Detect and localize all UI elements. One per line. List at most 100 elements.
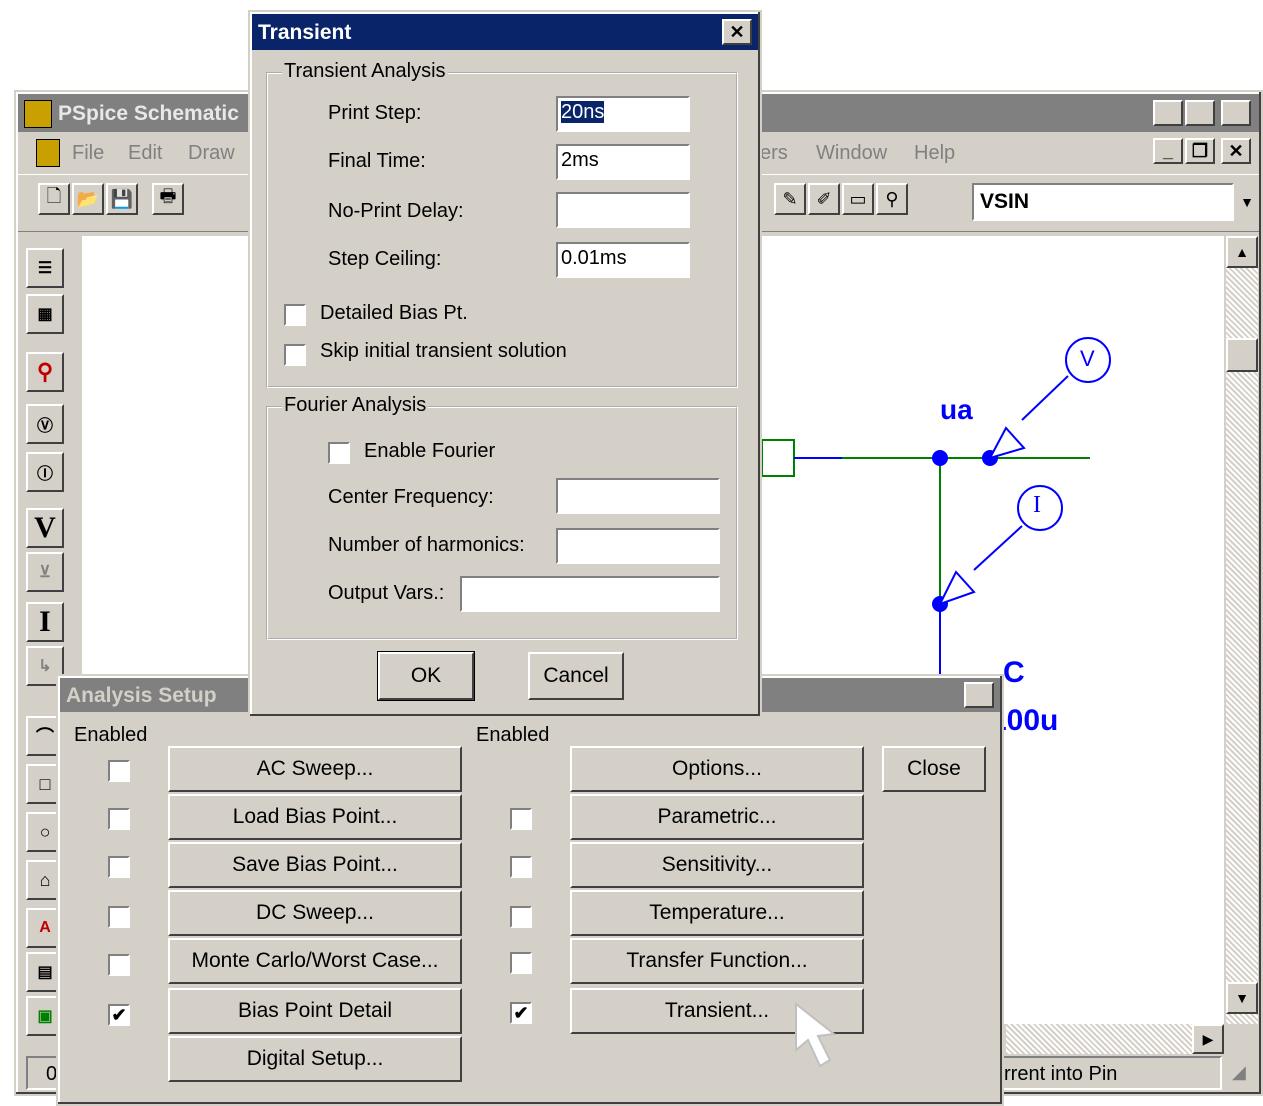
- final-time-input[interactable]: 2ms: [556, 144, 690, 180]
- maximize-button[interactable]: □: [1185, 100, 1215, 126]
- analysis-close-icon[interactable]: ✕: [964, 682, 994, 708]
- no-print-delay-input[interactable]: [556, 192, 690, 228]
- part-name-value: VSIN: [980, 190, 1030, 213]
- temperature-button[interactable]: Temperature...: [570, 890, 864, 936]
- mouse-cursor-icon: [795, 1001, 837, 1068]
- transient-analysis-legend: Transient Analysis: [282, 60, 448, 83]
- part-name-combo[interactable]: VSIN: [972, 183, 1234, 221]
- transient-dialog: Transient ✕ Transient Analysis Print Ste…: [248, 10, 762, 718]
- current-marker-stem: [973, 525, 1023, 571]
- color-probe-icon[interactable]: ⚲: [26, 352, 64, 392]
- save-icon[interactable]: 💾: [106, 183, 138, 215]
- parametric-checkbox[interactable]: [510, 808, 532, 830]
- load-bias-checkbox[interactable]: [108, 808, 130, 830]
- sensitivity-button[interactable]: Sensitivity...: [570, 842, 864, 888]
- print-icon[interactable]: 🖶: [152, 183, 184, 215]
- enabled-header-left: Enabled: [74, 724, 148, 746]
- digital-setup-button[interactable]: Digital Setup...: [168, 1036, 462, 1082]
- resistor-body: [761, 439, 795, 477]
- draw-bus-icon[interactable]: ✐: [808, 183, 840, 215]
- scroll-right-button[interactable]: ▶: [1192, 1024, 1224, 1054]
- vertical-scrollbar[interactable]: ▲ ▼: [1226, 236, 1258, 1024]
- draw-block-icon[interactable]: ▭: [842, 183, 874, 215]
- current-marker-tool-icon[interactable]: I: [26, 602, 64, 642]
- resize-grip-icon[interactable]: ◢: [1232, 1062, 1258, 1088]
- probe-icon[interactable]: ▦: [26, 294, 64, 334]
- voltage-marker-arrow: [987, 426, 1026, 460]
- bias-point-detail-checkbox[interactable]: ✔: [108, 1004, 130, 1026]
- dc-sweep-button[interactable]: DC Sweep...: [168, 890, 462, 936]
- enabled-header-right: Enabled: [476, 724, 550, 746]
- child-restore-button[interactable]: ❐: [1185, 138, 1215, 164]
- bias-point-detail-button[interactable]: Bias Point Detail: [168, 988, 462, 1034]
- step-ceiling-input[interactable]: 0.01ms: [556, 242, 690, 278]
- harmonics-input[interactable]: [556, 528, 720, 564]
- scroll-down-button[interactable]: ▼: [1226, 982, 1258, 1014]
- voltage-diff-marker-icon[interactable]: ⊻: [26, 552, 64, 592]
- horizontal-scrollbar[interactable]: ▶: [1006, 1024, 1224, 1054]
- current-marker-letter: I: [1033, 492, 1041, 518]
- dc-sweep-checkbox[interactable]: [108, 906, 130, 928]
- child-close-button[interactable]: ✕: [1221, 138, 1251, 164]
- monte-carlo-checkbox[interactable]: [108, 954, 130, 976]
- transient-title-bar: Transient ✕: [252, 14, 758, 50]
- draw-wire-icon[interactable]: ✎: [774, 183, 806, 215]
- load-bias-button[interactable]: Load Bias Point...: [168, 794, 462, 840]
- transfer-function-checkbox[interactable]: [510, 952, 532, 974]
- ac-sweep-checkbox[interactable]: [108, 760, 130, 782]
- final-time-label: Final Time:: [328, 150, 426, 172]
- parametric-button[interactable]: Parametric...: [570, 794, 864, 840]
- new-file-icon[interactable]: 🗋: [38, 183, 70, 215]
- current-probe-icon[interactable]: Ⓘ: [26, 452, 64, 492]
- fourier-analysis-legend: Fourier Analysis: [282, 394, 429, 417]
- output-vars-label: Output Vars.:: [328, 582, 445, 604]
- ok-button[interactable]: OK: [377, 651, 475, 701]
- menu-markers[interactable]: ers: [760, 142, 788, 165]
- analysis-dialog-title: Analysis Setup: [66, 684, 217, 707]
- transient-dialog-title: Transient: [258, 21, 352, 44]
- analysis-close-button[interactable]: Close: [882, 746, 986, 792]
- save-bias-button[interactable]: Save Bias Point...: [168, 842, 462, 888]
- sensitivity-checkbox[interactable]: [510, 856, 532, 878]
- voltage-probe-icon[interactable]: Ⓥ: [26, 404, 64, 444]
- analysis-setup-dialog: Analysis Setup ✕ Enabled Enabled AC Swee…: [56, 674, 1004, 1106]
- app-icon: [24, 100, 52, 128]
- menu-edit[interactable]: Edit: [128, 142, 162, 165]
- temperature-checkbox[interactable]: [510, 906, 532, 928]
- enable-fourier-checkbox[interactable]: [328, 442, 350, 464]
- center-frequency-label: Center Frequency:: [328, 486, 494, 508]
- part-combo-dropdown-icon[interactable]: ▼: [1236, 183, 1258, 221]
- output-vars-input[interactable]: [460, 576, 720, 612]
- save-bias-checkbox[interactable]: [108, 856, 130, 878]
- print-step-input[interactable]: 20ns: [556, 96, 690, 132]
- harmonics-label: Number of harmonics:: [328, 534, 525, 556]
- voltage-marker-tool-icon[interactable]: V: [26, 508, 64, 548]
- ac-sweep-button[interactable]: AC Sweep...: [168, 746, 462, 792]
- schematic-drawing: [761, 337, 1111, 675]
- open-folder-icon[interactable]: 📂: [72, 183, 104, 215]
- cancel-button[interactable]: Cancel: [528, 652, 624, 700]
- scroll-up-button[interactable]: ▲: [1226, 236, 1258, 268]
- voltage-marker-stem: [1021, 375, 1069, 421]
- center-frequency-input[interactable]: [556, 478, 720, 514]
- minimize-button[interactable]: _: [1153, 100, 1183, 126]
- options-button[interactable]: Options...: [570, 746, 864, 792]
- close-button[interactable]: ✕: [1221, 100, 1251, 126]
- transient-checkbox[interactable]: ✔: [510, 1002, 532, 1024]
- detailed-bias-checkbox[interactable]: [284, 304, 306, 326]
- menu-file[interactable]: File: [72, 142, 104, 165]
- get-part-icon[interactable]: ⚲: [876, 183, 908, 215]
- skip-initial-checkbox[interactable]: [284, 344, 306, 366]
- menu-window[interactable]: Window: [816, 142, 887, 165]
- monte-carlo-button[interactable]: Monte Carlo/Worst Case...: [168, 938, 462, 984]
- junction-dot-1: [932, 450, 948, 466]
- setup-icon[interactable]: ☰: [26, 248, 64, 288]
- no-print-delay-label: No-Print Delay:: [328, 200, 464, 222]
- transient-close-icon[interactable]: ✕: [722, 19, 752, 45]
- detailed-bias-label: Detailed Bias Pt.: [320, 302, 468, 324]
- child-minimize-button[interactable]: _: [1153, 138, 1183, 164]
- menu-help[interactable]: Help: [914, 142, 955, 165]
- transfer-function-button[interactable]: Transfer Function...: [570, 938, 864, 984]
- menu-draw[interactable]: Draw: [188, 142, 235, 165]
- scroll-thumb[interactable]: [1226, 338, 1258, 372]
